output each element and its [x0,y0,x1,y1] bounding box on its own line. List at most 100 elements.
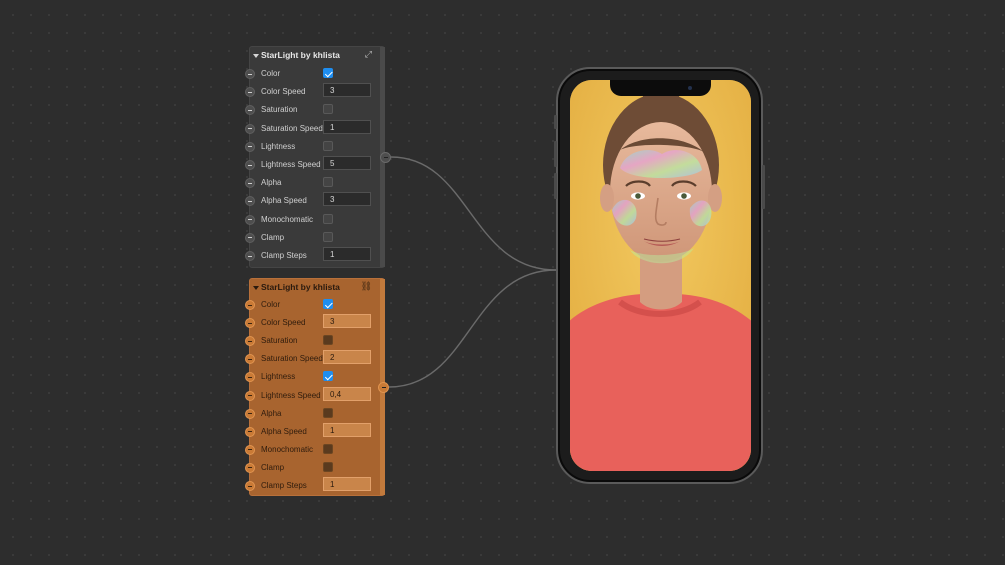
param-label: Saturation [261,336,298,346]
phone-side-button [554,173,557,199]
preview-screen [570,80,751,471]
param-row-saturation-speed: Saturation Speed 2 [245,350,384,368]
lightness-speed-field[interactable]: 0,4 [323,386,371,401]
input-port-icon[interactable] [245,214,255,225]
output-port-node-1[interactable] [380,152,391,163]
input-port-icon[interactable] [245,444,255,455]
collapse-triangle-icon[interactable] [253,54,259,58]
alpha-checkbox[interactable] [323,407,333,418]
param-row-monochomatic: Monochomatic [245,213,384,229]
lightness-checkbox[interactable] [323,140,333,151]
portrait-image [570,80,751,471]
param-row-lightness-speed: Lightness Speed 5 [245,156,384,174]
input-port-icon[interactable] [245,69,255,79]
phone-side-button [554,115,557,129]
param-row-alpha-speed: Alpha Speed 3 [245,192,384,210]
node-title: StarLight by khlista [261,50,340,60]
alpha-speed-field[interactable]: 3 [323,192,371,207]
input-port-icon[interactable] [245,354,255,365]
input-port-icon[interactable] [245,87,255,98]
saturation-speed-field[interactable]: 1 [323,119,371,134]
node-header[interactable]: StarLight by khlista ⤢ [250,47,384,65]
alpha-speed-field[interactable]: 1 [323,422,371,437]
color-checkbox[interactable] [323,299,333,309]
input-port-icon[interactable] [245,141,255,152]
clamp-checkbox[interactable] [323,461,333,472]
wire-gray-to-preview [390,156,557,271]
alpha-checkbox[interactable] [323,177,333,188]
input-port-icon[interactable] [245,426,255,437]
starlight-node-2[interactable]: StarLight by khlista ⛓ Color Color Speed 3… [245,278,385,496]
input-port-icon[interactable] [245,390,255,401]
param-label: Saturation [261,105,298,115]
param-row-color-speed: Color Speed 3 [245,83,384,101]
output-port-node-2[interactable] [378,382,389,393]
param-label: Lightness [261,141,296,151]
input-port-icon[interactable] [245,251,255,261]
param-row-alpha: Alpha [245,176,384,192]
param-label: Alpha [261,178,282,188]
input-port-icon[interactable] [245,160,255,170]
param-row-saturation: Saturation [245,334,384,350]
param-label: Color [261,69,281,78]
phone-side-button [762,165,765,209]
wire-orange-to-preview [388,269,557,388]
input-port-icon[interactable] [245,336,255,347]
color-checkbox[interactable] [323,68,333,78]
param-row-clamp: Clamp [245,231,384,247]
param-label: Alpha [261,408,282,418]
lightness-speed-field[interactable]: 5 [323,156,371,170]
param-label: Alpha Speed [261,196,307,206]
param-row-monochomatic: Monochomatic [245,443,384,459]
input-port-icon[interactable] [245,300,255,310]
param-row-saturation-speed: Saturation Speed 1 [245,119,384,138]
expand-icon[interactable]: ⤢ [365,49,372,60]
input-port-icon[interactable] [245,462,255,473]
input-port-icon[interactable] [245,408,255,419]
param-label: Color Speed [261,87,306,97]
input-port-icon[interactable] [245,123,255,134]
input-port-icon[interactable] [245,232,255,243]
color-speed-field[interactable]: 3 [323,314,371,329]
saturation-checkbox[interactable] [323,335,333,346]
param-label: Clamp Steps [261,251,307,260]
starlight-node-1[interactable]: StarLight by khlista ⤢ Color Color Speed 3… [245,46,385,268]
param-label: Saturation Speed [261,123,323,133]
node-header[interactable]: StarLight by khlista ⛓ [250,279,384,297]
param-row-color-speed: Color Speed 3 [245,314,384,332]
clamp-steps-field[interactable]: 1 [323,247,371,261]
param-row-clamp-steps: Clamp Steps 1 [245,477,384,495]
param-row-lightness: Lightness [245,140,384,156]
param-label: Color [261,300,281,309]
saturation-checkbox[interactable] [323,104,333,115]
input-port-icon[interactable] [245,318,255,329]
node-title: StarLight by khlista [261,282,340,292]
monochomatic-checkbox[interactable] [323,443,333,454]
input-port-icon[interactable] [245,178,255,189]
param-row-lightness: Lightness [245,370,384,386]
phone-notch [610,80,711,96]
clamp-steps-field[interactable]: 1 [323,477,371,491]
param-row-alpha-speed: Alpha Speed 1 [245,422,384,441]
param-label: Alpha Speed [261,426,307,436]
clamp-checkbox[interactable] [323,231,333,242]
param-label: Monochomatic [261,214,314,224]
saturation-speed-field[interactable]: 2 [323,350,371,365]
wire-layer [388,156,557,388]
param-row-color: Color [245,298,384,314]
input-port-icon[interactable] [245,372,255,383]
param-label: Clamp [261,462,285,472]
param-row-clamp-steps: Clamp Steps 1 [245,247,384,265]
color-speed-field[interactable]: 3 [323,83,371,98]
input-port-icon[interactable] [245,481,255,491]
input-port-icon[interactable] [245,196,255,207]
link-icon[interactable]: ⛓ [361,281,372,292]
input-port-icon[interactable] [245,105,255,116]
param-label: Clamp [261,232,285,242]
phone-preview [554,67,765,484]
param-row-lightness-speed: Lightness Speed 0,4 [245,386,384,405]
param-label: Color Speed [261,318,306,328]
collapse-triangle-icon[interactable] [253,286,259,290]
lightness-checkbox[interactable] [323,371,333,382]
monochomatic-checkbox[interactable] [323,213,333,224]
